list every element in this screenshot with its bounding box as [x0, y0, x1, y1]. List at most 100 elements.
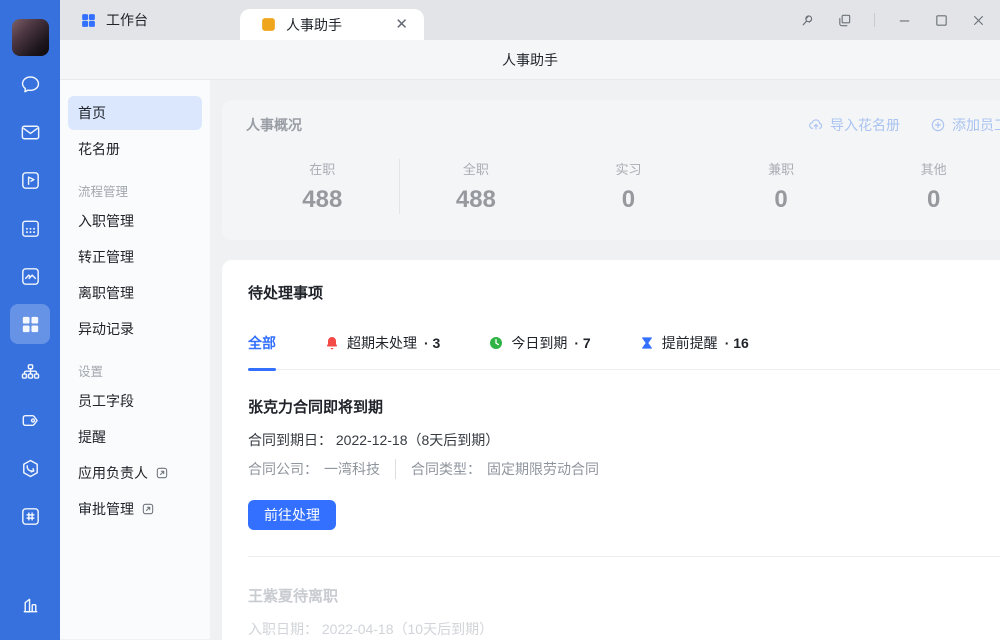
bell-icon	[324, 335, 340, 351]
stat-label: 兼职	[705, 159, 858, 178]
tab-overdue[interactable]: 超期未处理 · 3	[324, 333, 440, 353]
minimize-icon[interactable]	[897, 13, 912, 28]
app-rail	[0, 0, 60, 640]
stat-label: 在职	[246, 159, 399, 178]
chat-icon[interactable]	[10, 64, 50, 104]
nav-item-roster[interactable]: 花名册	[68, 132, 202, 166]
field-value: 固定期限劳动合同	[487, 459, 599, 479]
mail-icon[interactable]	[10, 112, 50, 152]
nav-item-home[interactable]: 首页	[68, 96, 202, 130]
nav-label: 离职管理	[78, 283, 134, 303]
nav-item-approval-management[interactable]: 审批管理	[68, 492, 202, 526]
window-controls	[800, 0, 1000, 40]
external-link-icon	[155, 466, 169, 480]
buildings-icon[interactable]	[10, 584, 50, 624]
nav-item-employee-fields[interactable]: 员工字段	[68, 384, 202, 418]
field-label: 合同类型：	[411, 459, 481, 479]
nav-item-transfer-records[interactable]: 异动记录	[68, 312, 202, 346]
pin-icon[interactable]	[800, 13, 815, 28]
stat-other: 其他 0	[857, 159, 1000, 214]
nav-label: 提醒	[78, 427, 106, 447]
nav-item-offboarding[interactable]: 离职管理	[68, 276, 202, 310]
popout-icon[interactable]	[837, 13, 852, 28]
headcount-stats: 在职 488 全职 488 实习 0 兼职 0	[246, 159, 1000, 214]
tab-advance-reminder-count: · 16	[725, 335, 749, 351]
import-roster-label: 导入花名册	[830, 115, 900, 135]
tab-hr-assistant[interactable]: 人事助手 ✕	[240, 9, 424, 40]
stat-fulltime: 全职 488	[400, 159, 553, 214]
app-window: 工作台 人事助手 ✕	[0, 0, 1000, 640]
pending-items-card: 待处理事项 全部 超期未处理 · 3	[222, 260, 1000, 640]
main-area: 工作台 人事助手 ✕	[60, 0, 1000, 640]
close-icon[interactable]	[971, 13, 986, 28]
nav-label: 入职管理	[78, 211, 134, 231]
calendar-icon[interactable]	[10, 208, 50, 248]
pending-item-contract-expiry: 张克力合同即将到期 合同到期日： 2022-12-18（8天后到期） 合同公司：…	[248, 370, 1000, 530]
avatar[interactable]	[12, 19, 49, 56]
hourglass-icon	[639, 335, 655, 351]
add-employee-label: 添加员工	[952, 115, 1000, 135]
import-roster-button[interactable]: 导入花名册	[808, 115, 900, 135]
clock-icon	[488, 335, 504, 351]
cloud-upload-icon	[808, 117, 824, 133]
nav-section-process: 流程管理	[68, 180, 202, 200]
side-nav: 首页 花名册 流程管理 入职管理 转正管理 离职管理 异动记录	[60, 80, 210, 639]
stat-parttime: 兼职 0	[705, 159, 858, 214]
nav-label: 审批管理	[78, 499, 134, 519]
item-title: 张克力合同即将到期	[248, 396, 1000, 417]
add-employee-button[interactable]: 添加员工	[930, 115, 1000, 135]
stat-intern: 实习 0	[552, 159, 705, 214]
controls-divider	[874, 13, 875, 27]
pending-item-resignation: 王紫夏待离职 入职日期： 2022-04-18（10天后到期） 所在部门： 策划…	[248, 557, 1000, 640]
plus-circle-icon	[930, 117, 946, 133]
gallery-icon[interactable]	[10, 256, 50, 296]
nav-item-reminders[interactable]: 提醒	[68, 420, 202, 454]
tab-due-today-label: 今日到期	[511, 333, 567, 353]
workbench-icon[interactable]	[10, 304, 50, 344]
tab-all[interactable]: 全部	[248, 333, 276, 353]
tab-workbench[interactable]: 工作台	[60, 0, 240, 40]
hr-app-tab-icon	[260, 16, 277, 33]
tab-label: 人事助手	[286, 15, 342, 35]
nav-label: 异动记录	[78, 319, 134, 339]
tab-bar: 工作台 人事助手 ✕	[60, 0, 1000, 40]
stat-value: 488	[400, 186, 553, 214]
hash-icon[interactable]	[10, 496, 50, 536]
nav-item-app-owner[interactable]: 应用负责人	[68, 456, 202, 490]
tab-label: 工作台	[106, 10, 148, 30]
stat-label: 实习	[552, 159, 705, 178]
tab-advance-reminder[interactable]: 提前提醒 · 16	[639, 333, 749, 353]
nav-item-onboarding[interactable]: 入职管理	[68, 204, 202, 238]
field-value: 一湾科技	[324, 459, 380, 479]
nav-label: 花名册	[78, 139, 120, 159]
pending-items-title: 待处理事项	[248, 282, 1000, 303]
tag-icon[interactable]	[10, 400, 50, 440]
tab-advance-reminder-label: 提前提醒	[662, 333, 718, 353]
go-handle-button[interactable]: 前往处理	[248, 500, 336, 530]
item-title: 王紫夏待离职	[248, 585, 1000, 606]
pending-items-tabs: 全部 超期未处理 · 3	[248, 333, 1000, 370]
external-link-icon	[141, 502, 155, 516]
tab-close-icon[interactable]: ✕	[393, 15, 410, 34]
active-tab-underline	[248, 368, 276, 371]
workbench-tab-icon	[80, 12, 97, 29]
nav-label: 应用负责人	[78, 463, 148, 483]
docs-icon[interactable]	[10, 160, 50, 200]
nav-label: 首页	[78, 103, 106, 123]
org-icon[interactable]	[10, 352, 50, 392]
stat-label: 其他	[857, 159, 1000, 178]
tab-due-today[interactable]: 今日到期 · 7	[488, 333, 590, 353]
page-title: 人事助手	[502, 50, 558, 70]
stat-label: 全职	[400, 159, 553, 178]
nav-item-regularization[interactable]: 转正管理	[68, 240, 202, 274]
package-icon[interactable]	[10, 448, 50, 488]
item-meta: 合同公司： 一湾科技 合同类型： 固定期限劳动合同	[248, 459, 1000, 479]
tab-overdue-label: 超期未处理	[347, 333, 417, 353]
tab-all-label: 全部	[248, 333, 276, 353]
maximize-icon[interactable]	[934, 13, 949, 28]
stat-value: 0	[552, 186, 705, 214]
app-header: 人事助手	[60, 40, 1000, 80]
nav-label: 转正管理	[78, 247, 134, 267]
stat-value: 0	[857, 186, 1000, 214]
nav-section-settings: 设置	[68, 360, 202, 380]
